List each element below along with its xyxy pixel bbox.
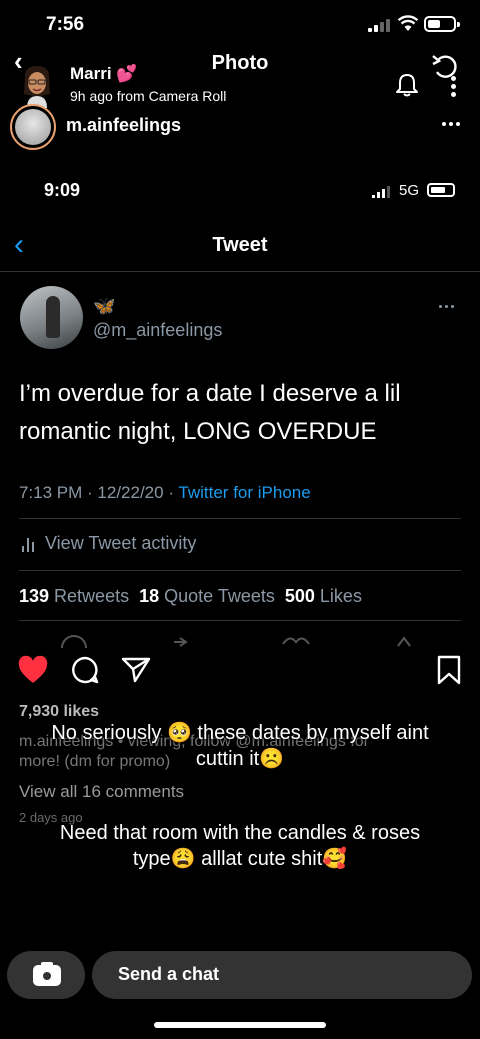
inner-status-time: 9:09 bbox=[44, 180, 81, 200]
divider bbox=[0, 271, 480, 272]
tweet-stats: 139 Retweets 18 Quote Tweets 500 Likes bbox=[19, 586, 362, 607]
inner-battery-icon bbox=[427, 183, 455, 197]
overlay-text-line3: Need that room with the candles & roses bbox=[59, 822, 421, 844]
battery-icon bbox=[424, 16, 460, 32]
sender-name[interactable]: Marri 💕 bbox=[70, 64, 137, 84]
tweet-more-icon bbox=[439, 305, 459, 309]
more-horizontal-icon[interactable] bbox=[442, 122, 464, 128]
more-vertical-icon[interactable] bbox=[451, 76, 459, 98]
status-time: 7:56 bbox=[46, 14, 85, 35]
divider bbox=[19, 518, 461, 519]
camera-button[interactable] bbox=[7, 951, 85, 999]
signal-icon bbox=[368, 18, 390, 32]
tweet-handle: @m_ainfeelings bbox=[93, 320, 223, 340]
likes-count-label[interactable]: 7,930 likes bbox=[19, 703, 99, 721]
view-tweet-activity: View Tweet activity bbox=[45, 533, 197, 553]
tweet-avatar bbox=[20, 286, 83, 349]
overlay-text-line2: cuttin it☹️ bbox=[195, 748, 285, 770]
quotes-label: Quote Tweets bbox=[159, 586, 285, 606]
inner-signal-icon bbox=[372, 186, 392, 198]
camera-lens bbox=[40, 969, 54, 983]
overlay-text-line1: No seriously 🥺 these dates by myself ain… bbox=[51, 722, 429, 744]
overlay-text-line4: type😩 alllat cute shit🥰 bbox=[132, 848, 348, 870]
send-chat-input[interactable]: Send a chat bbox=[92, 951, 472, 999]
divider bbox=[19, 570, 461, 571]
butterfly-emoji: 🦋 bbox=[93, 296, 116, 316]
quotes-count: 18 bbox=[139, 586, 160, 606]
divider bbox=[19, 620, 461, 621]
bell-icon[interactable] bbox=[394, 72, 420, 98]
account-name[interactable]: m.ainfeelings bbox=[66, 115, 181, 136]
retweets-label: Retweets bbox=[49, 586, 140, 606]
tweet-source: Twitter for iPhone bbox=[178, 483, 311, 502]
send-chat-placeholder: Send a chat bbox=[118, 964, 220, 984]
share-icon[interactable] bbox=[121, 655, 151, 685]
bookmark-icon[interactable] bbox=[437, 655, 461, 685]
heart-icon[interactable] bbox=[17, 655, 49, 685]
likes-label: Likes bbox=[314, 586, 362, 606]
tweet-meta: 7:13 PM · 12/22/20 · Twitter for iPhone bbox=[19, 483, 311, 503]
tweet-screen-title: Tweet bbox=[212, 234, 268, 256]
likes-count: 500 bbox=[284, 586, 315, 606]
account-avatar[interactable] bbox=[10, 104, 56, 150]
tweet-action-icons bbox=[61, 635, 411, 649]
sender-subtitle: 9h ago from Camera Roll bbox=[70, 88, 227, 104]
comment-icon[interactable] bbox=[70, 655, 100, 685]
home-indicator[interactable] bbox=[154, 1022, 326, 1028]
activity-chart-icon bbox=[21, 536, 37, 552]
wifi-icon bbox=[397, 15, 419, 31]
view-comments-link[interactable]: View all 16 comments bbox=[19, 782, 184, 802]
retweets-count: 139 bbox=[19, 586, 50, 606]
inner-network-label: 5G bbox=[399, 182, 420, 199]
tweet-timestamp: 7:13 PM · 12/22/20 · bbox=[19, 483, 179, 502]
tweet-text: I’m overdue for a date I deserve a lil r… bbox=[19, 380, 401, 445]
